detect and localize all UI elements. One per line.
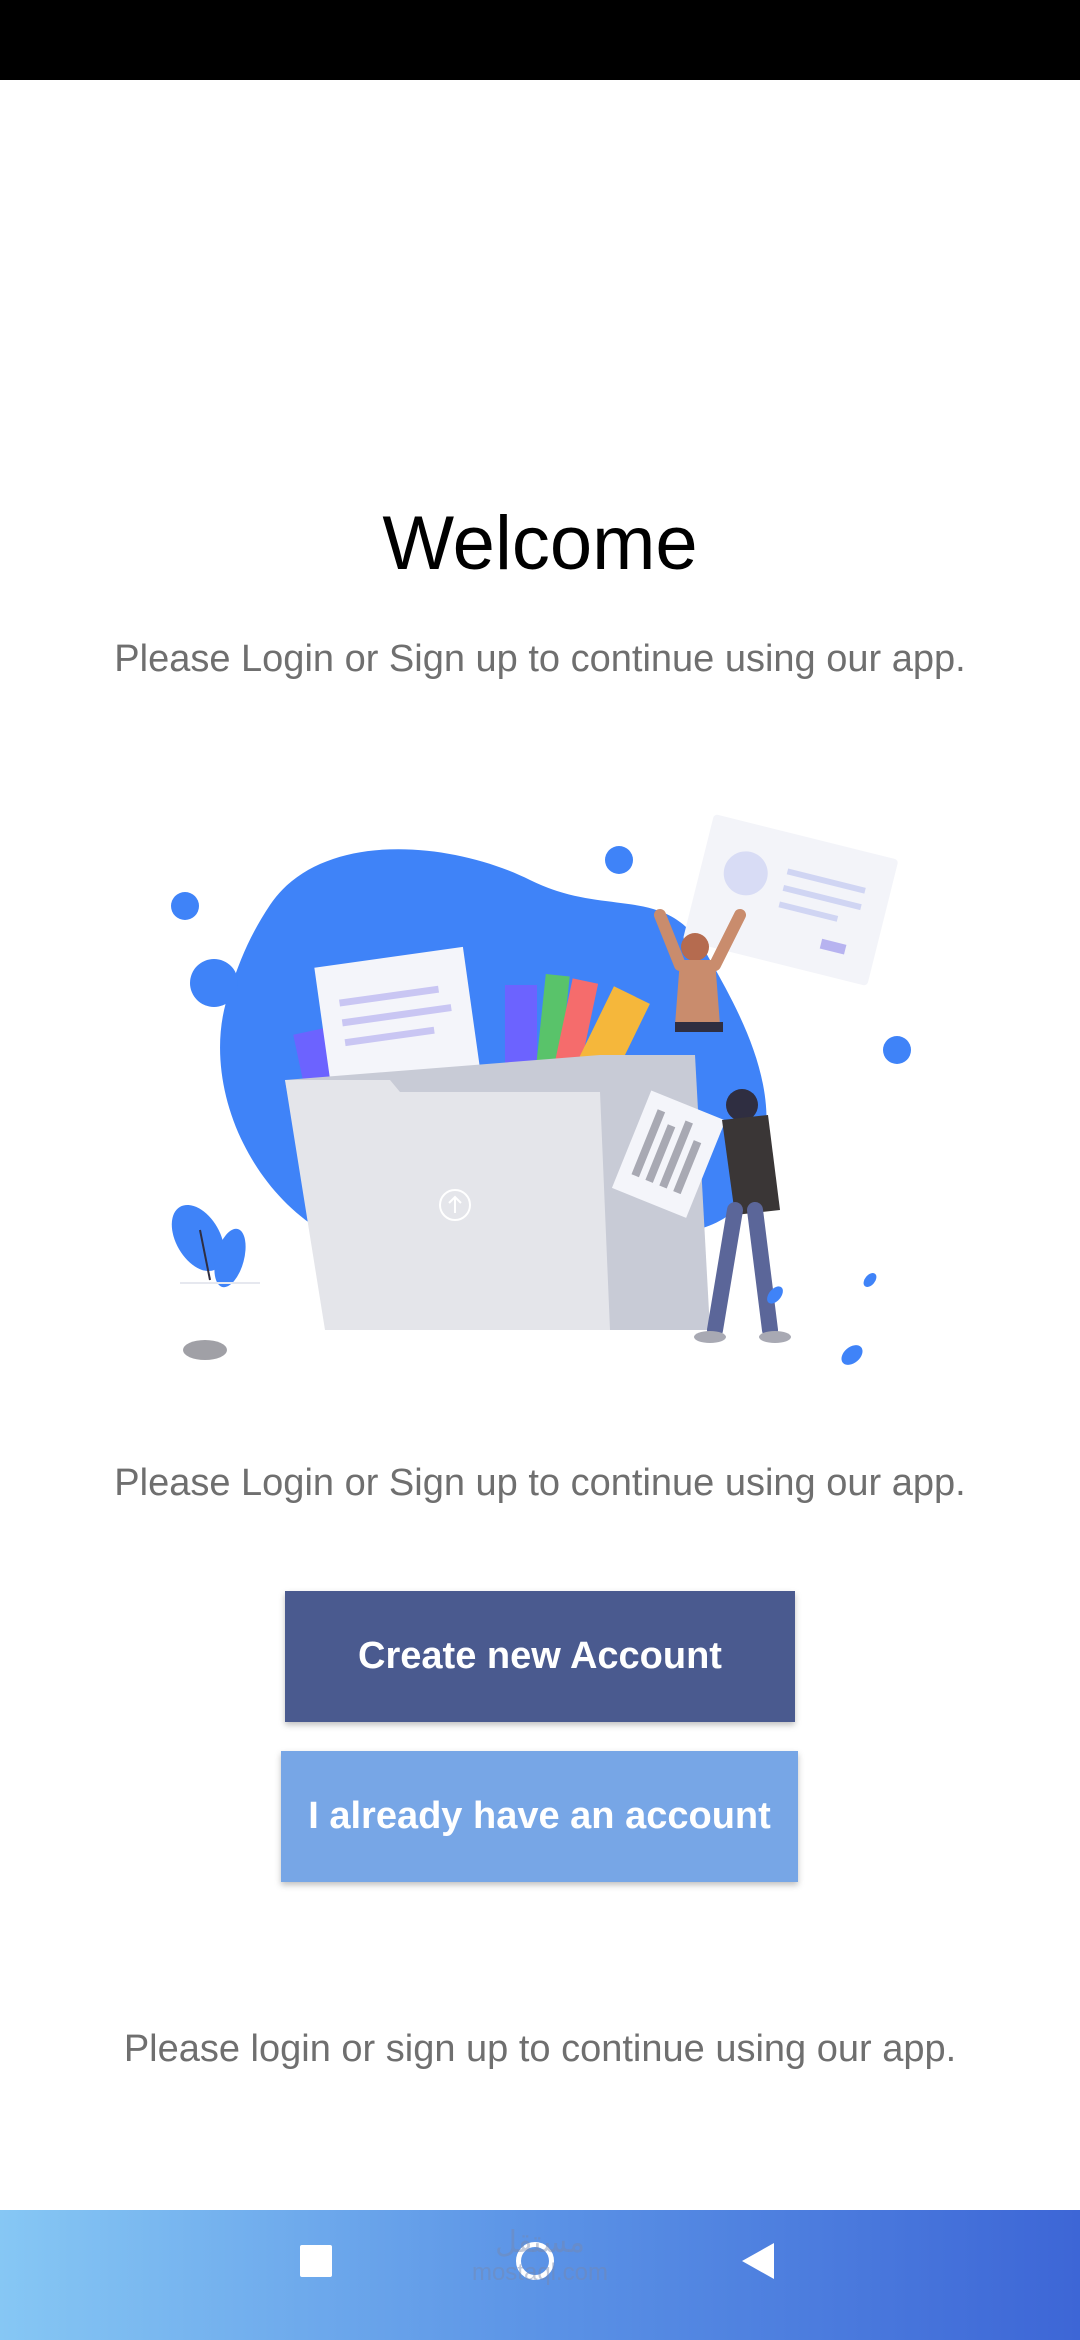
footer-text: Please login or sign up to continue usin… (123, 2028, 957, 2070)
square-icon[interactable] (300, 2245, 332, 2277)
triangle-back-icon[interactable] (742, 2243, 774, 2279)
status-bar (0, 0, 1080, 80)
subtitle-top: Please Login or Sign up to continue usin… (114, 638, 966, 680)
watermark-latin: mostaql.com (471, 2259, 609, 2286)
welcome-illustration (150, 810, 930, 1370)
watermark: مستقل mostaql.com (470, 2228, 610, 2288)
create-account-button[interactable]: Create new Account (285, 1591, 795, 1722)
login-button[interactable]: I already have an account (281, 1751, 798, 1882)
subtitle-middle: Please Login or Sign up to continue usin… (114, 1462, 966, 1504)
watermark-arabic: مستقل (495, 2226, 585, 2259)
page-title: Welcome (382, 501, 698, 586)
